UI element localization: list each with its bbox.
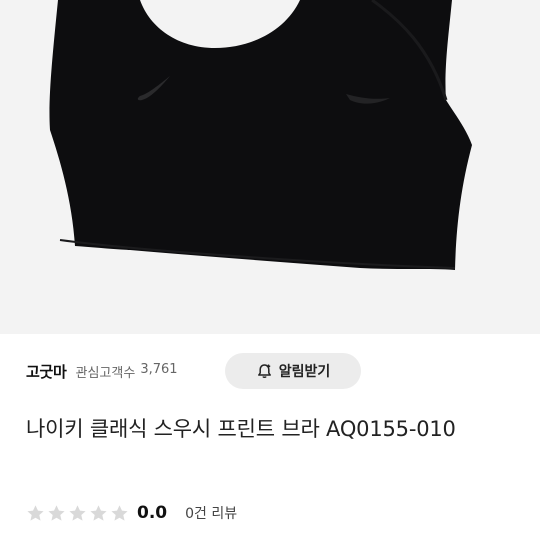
notify-button-label: 알림받기: [278, 364, 331, 380]
seller-name[interactable]: 고굿마: [26, 361, 67, 382]
bell-plus-icon: [256, 363, 273, 380]
star-icon: [47, 504, 66, 523]
followers-label: 관심고객수: [75, 365, 136, 381]
rating-stars: [26, 504, 129, 523]
followers-count: 3,761: [140, 361, 178, 377]
rating-row[interactable]: 0.0 0건 리뷰: [26, 498, 237, 528]
review-count-number: 0건: [185, 506, 207, 522]
notify-button[interactable]: 알림받기: [225, 353, 361, 389]
star-icon: [110, 504, 129, 523]
star-icon: [89, 504, 108, 523]
rating-value: 0.0: [137, 503, 168, 523]
review-count[interactable]: 0건 리뷰: [185, 503, 237, 523]
product-image[interactable]: [0, 0, 540, 334]
followers-info: 관심고객수 3,761: [76, 362, 178, 381]
star-icon: [68, 504, 87, 523]
review-count-label: 리뷰: [211, 506, 238, 522]
sports-bra-illustration: [49, 0, 473, 270]
star-icon: [26, 504, 45, 523]
seller-row: 고굿마 관심고객수 3,761 알림받기: [26, 352, 516, 390]
product-title: 나이키 클래식 스우시 프린트 브라 AQ0155-010: [26, 417, 456, 441]
